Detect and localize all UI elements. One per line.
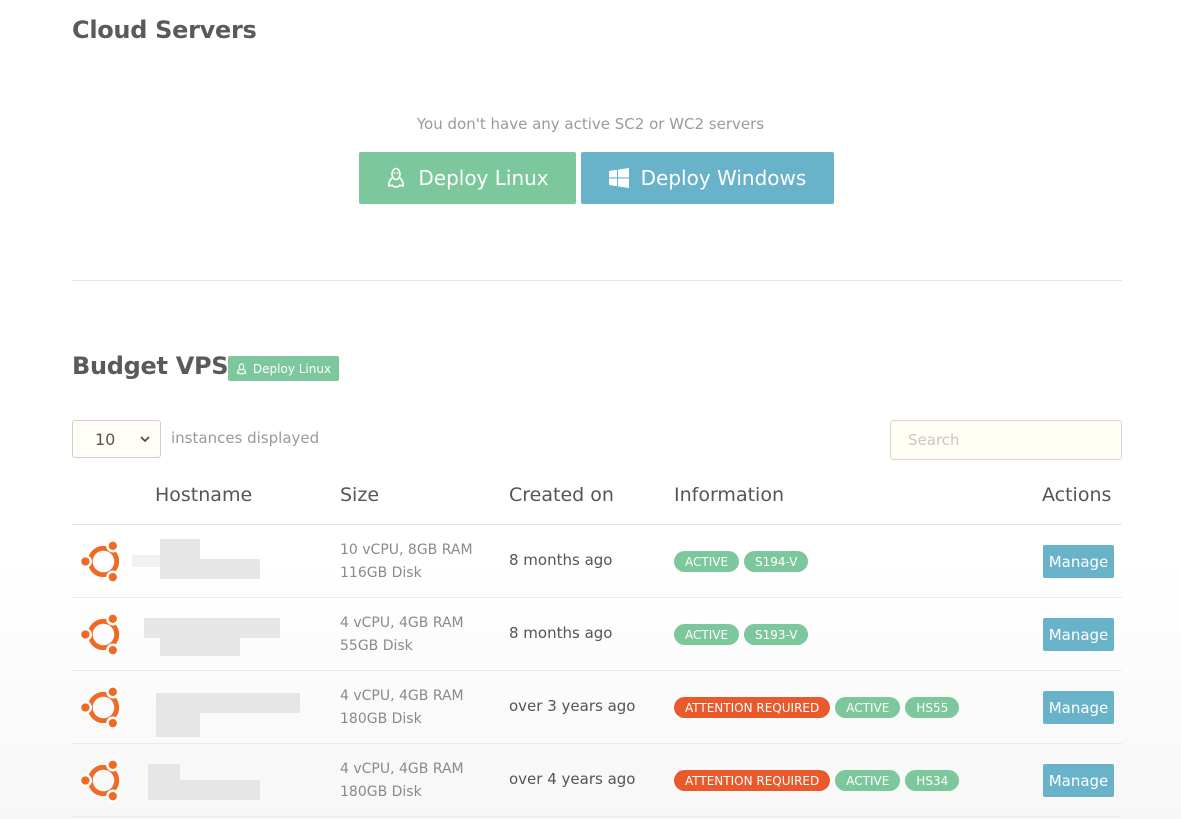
section-divider xyxy=(72,280,1122,281)
chevron-down-icon xyxy=(140,435,150,442)
size-cpu-ram: 4 vCPU, 4GB RAM xyxy=(340,761,464,777)
node-badge: HS55 xyxy=(905,697,960,718)
information-badges: ACTIVE S193-V xyxy=(674,624,809,645)
status-badge: ACTIVE xyxy=(674,551,740,572)
manage-button[interactable]: Manage xyxy=(1043,691,1114,724)
entries-per-page-label: instances displayed xyxy=(171,429,320,447)
instance-size: 4 vCPU, 4GB RAM 180GB Disk xyxy=(340,685,464,731)
table-row: 4 vCPU, 4GB RAM 180GB Disk over 4 years … xyxy=(72,744,1122,817)
created-on: over 4 years ago xyxy=(509,770,636,788)
size-disk: 116GB Disk xyxy=(340,565,422,581)
windows-icon xyxy=(608,168,629,188)
information-badges: ATTENTION REQUIRED ACTIVE HS55 xyxy=(674,697,960,718)
budget-deploy-linux-button[interactable]: Deploy Linux xyxy=(228,356,339,381)
instance-size: 4 vCPU, 4GB RAM 55GB Disk xyxy=(340,612,464,658)
ubuntu-icon xyxy=(80,539,120,584)
size-cpu-ram: 4 vCPU, 4GB RAM xyxy=(340,615,464,631)
status-badge: ACTIVE xyxy=(674,624,740,645)
information-badges: ACTIVE S194-V xyxy=(674,551,809,572)
search-input[interactable] xyxy=(890,420,1122,460)
table-row: 10 vCPU, 8GB RAM 116GB Disk 8 months ago… xyxy=(72,525,1122,598)
table-row: 4 vCPU, 4GB RAM 180GB Disk over 3 years … xyxy=(72,671,1122,744)
deploy-windows-label: Deploy Windows xyxy=(640,166,807,190)
size-disk: 55GB Disk xyxy=(340,638,413,654)
instance-size: 4 vCPU, 4GB RAM 180GB Disk xyxy=(340,758,464,804)
column-header-hostname[interactable]: Hostname xyxy=(155,484,252,506)
entries-per-page-value: 10 xyxy=(95,429,116,449)
hostname-redacted xyxy=(132,612,312,656)
created-on: 8 months ago xyxy=(509,624,613,642)
hostname-redacted xyxy=(132,539,312,583)
size-cpu-ram: 10 vCPU, 8GB RAM xyxy=(340,542,473,558)
empty-state-message: You don't have any active SC2 or WC2 ser… xyxy=(416,115,765,133)
manage-button[interactable]: Manage xyxy=(1043,618,1114,651)
hostname-redacted xyxy=(132,685,312,737)
ubuntu-icon xyxy=(80,612,120,657)
column-header-information[interactable]: Information xyxy=(674,484,784,506)
section-title: Budget VPS xyxy=(72,352,229,380)
information-badges: ATTENTION REQUIRED ACTIVE HS34 xyxy=(674,770,960,791)
table-row: 4 vCPU, 4GB RAM 55GB Disk 8 months ago A… xyxy=(72,598,1122,671)
linux-icon xyxy=(388,167,405,188)
linux-icon xyxy=(236,362,246,374)
ubuntu-icon xyxy=(80,758,120,803)
size-cpu-ram: 4 vCPU, 4GB RAM xyxy=(340,688,464,704)
node-badge: HS34 xyxy=(905,770,960,791)
status-badge: ACTIVE xyxy=(835,697,901,718)
status-badge: ACTIVE xyxy=(835,770,901,791)
page-title: Cloud Servers xyxy=(72,16,257,44)
deploy-windows-button[interactable]: Deploy Windows xyxy=(581,152,834,204)
hostname-redacted xyxy=(132,758,312,802)
created-on: 8 months ago xyxy=(509,551,613,569)
column-header-created[interactable]: Created on xyxy=(509,484,614,506)
column-header-size[interactable]: Size xyxy=(340,484,379,506)
size-disk: 180GB Disk xyxy=(340,711,422,727)
column-header-actions: Actions xyxy=(1042,484,1112,506)
attention-badge: ATTENTION REQUIRED xyxy=(674,697,831,718)
deploy-linux-button[interactable]: Deploy Linux xyxy=(359,152,576,204)
deploy-linux-label: Deploy Linux xyxy=(418,166,549,190)
ubuntu-icon xyxy=(80,685,120,730)
manage-button[interactable]: Manage xyxy=(1043,764,1114,797)
manage-button[interactable]: Manage xyxy=(1043,545,1114,578)
attention-badge: ATTENTION REQUIRED xyxy=(674,770,831,791)
node-badge: S194-V xyxy=(744,551,809,572)
budget-deploy-linux-label: Deploy Linux xyxy=(252,361,332,376)
node-badge: S193-V xyxy=(744,624,809,645)
entries-per-page-select[interactable]: 10 xyxy=(72,420,161,458)
instance-size: 10 vCPU, 8GB RAM 116GB Disk xyxy=(340,539,473,585)
size-disk: 180GB Disk xyxy=(340,784,422,800)
created-on: over 3 years ago xyxy=(509,697,636,715)
